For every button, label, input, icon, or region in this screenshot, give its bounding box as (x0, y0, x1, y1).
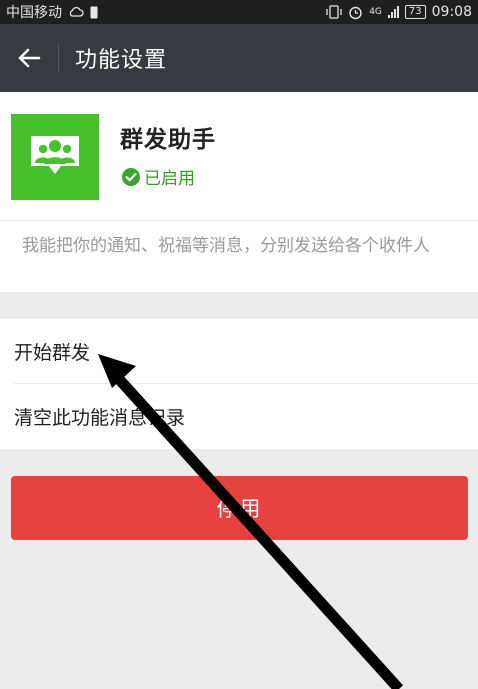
carrier-label: 中国移动 (6, 5, 62, 21)
cloud-icon (69, 6, 84, 17)
description-text: 我能把你的通知、祝福等消息，分别发送给各个收件人 (22, 236, 430, 256)
menu-item-label: 开始群发 (14, 341, 91, 364)
status-label: 已启用 (144, 169, 195, 189)
clear-history-item[interactable]: 清空此功能消息记录 (0, 384, 478, 448)
action-menu: 开始群发 清空此功能消息记录 (0, 319, 478, 449)
clock: 09:08 (431, 4, 472, 20)
feature-name: 群发助手 (120, 127, 216, 153)
back-arrow-icon (18, 48, 41, 68)
feature-description: 我能把你的通知、祝福等消息，分别发送给各个收件人 (0, 220, 478, 292)
status-bar: 中国移动 4G 73 09:08 (0, 0, 478, 24)
notification-icon (90, 6, 98, 18)
status-bar-left: 中国移动 (6, 2, 98, 22)
signal-icon (387, 6, 399, 18)
network-type: 4G (369, 7, 382, 17)
start-mass-send-item[interactable]: 开始群发 (0, 319, 478, 383)
check-icon (122, 167, 140, 186)
page-title: 功能设置 (75, 48, 168, 73)
vibrate-icon (326, 5, 342, 19)
title-divider (58, 43, 59, 73)
title-bar: 功能设置 (0, 24, 478, 92)
disable-button[interactable]: 停用 (11, 476, 468, 540)
battery-icon: 73 (404, 5, 426, 19)
alarm-icon (349, 6, 362, 19)
feature-profile: 群发助手 已启用 (0, 92, 478, 220)
back-button[interactable] (0, 24, 58, 92)
menu-item-label: 清空此功能消息记录 (14, 406, 186, 429)
status-bar-right: 4G 73 09:08 (326, 4, 472, 20)
group-chat-icon (11, 114, 99, 200)
status-badge: 已启用 (121, 164, 195, 189)
